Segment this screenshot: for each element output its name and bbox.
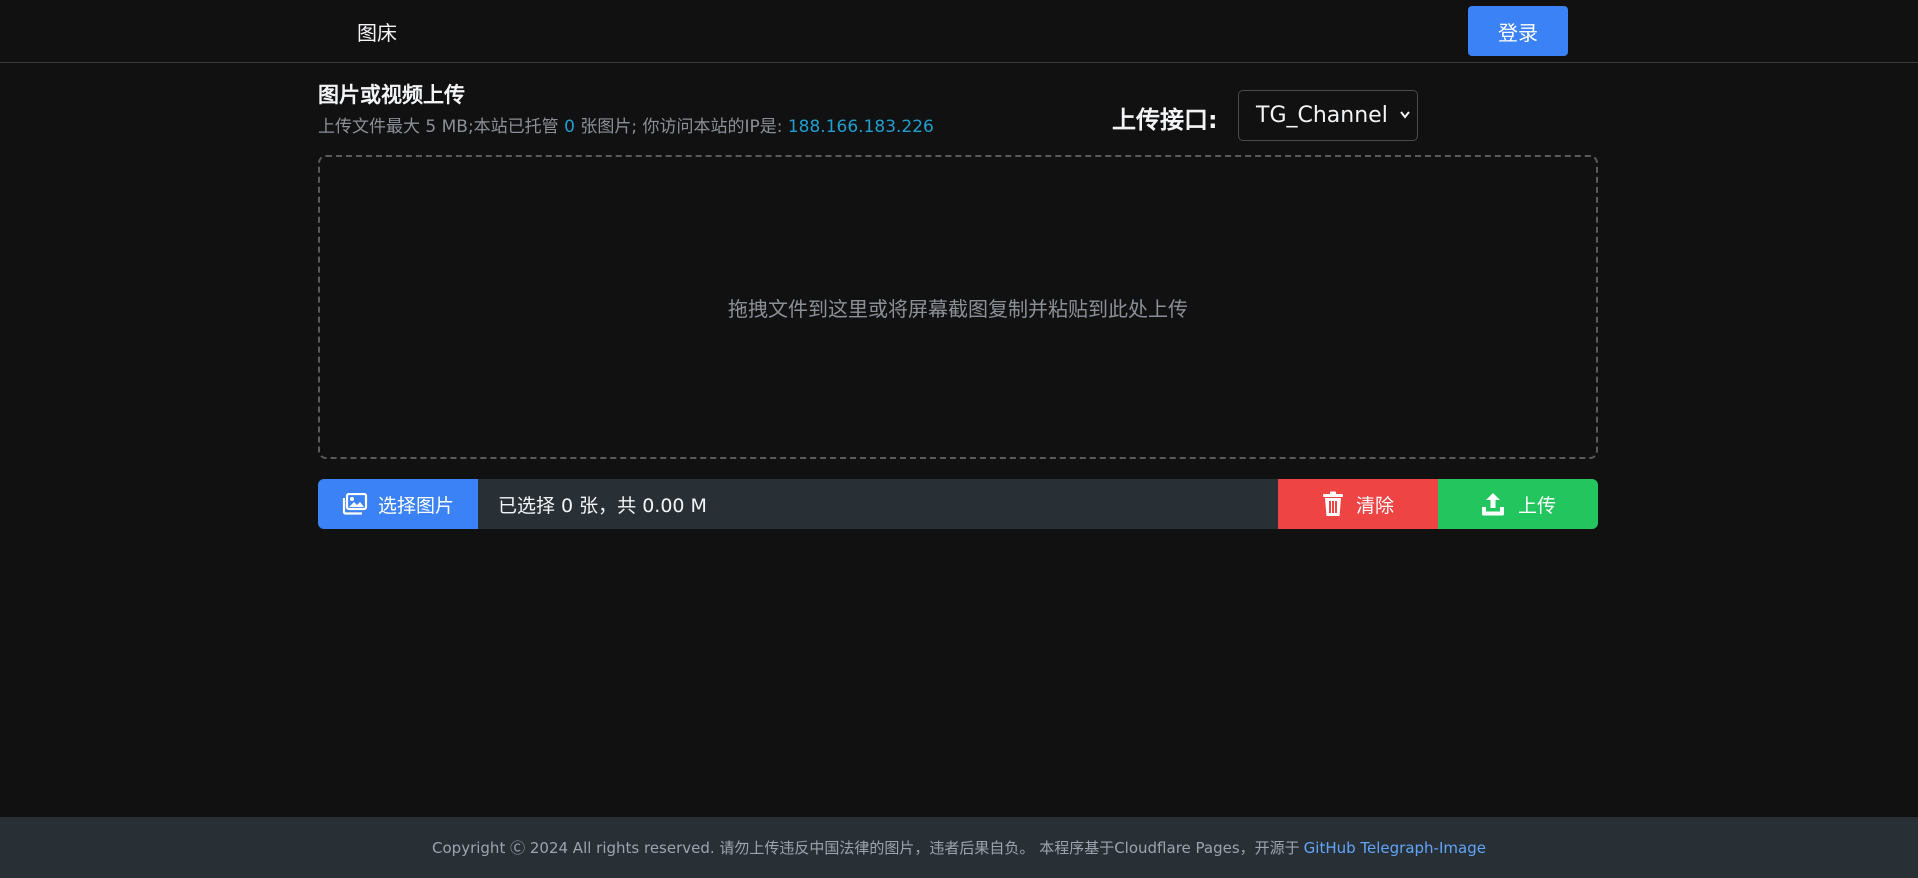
interface-label: 上传接口:: [1112, 106, 1218, 134]
visitor-ip: 188.166.183.226: [787, 117, 934, 137]
interface-selected-value: TG_Channel: [1256, 103, 1388, 128]
brand-title[interactable]: 图床: [357, 17, 397, 46]
upload-action-bar: 选择图片 已选择 0 张，共 0.00 M 清除 上传: [318, 479, 1598, 529]
upload-info-prefix: 上传文件最大 5 MB;本站已托管: [318, 117, 565, 137]
selection-status: 已选择 0 张，共 0.00 M: [478, 479, 1278, 529]
interface-select[interactable]: TG_Channel: [1238, 90, 1418, 141]
dropzone-hint: 拖拽文件到这里或将屏幕截图复制并粘贴到此处上传: [728, 296, 1188, 321]
upload-button[interactable]: 上传: [1438, 479, 1598, 529]
github-link[interactable]: GitHub Telegraph-Image: [1304, 839, 1486, 857]
hosted-count: 0: [564, 117, 575, 137]
upload-info: 上传文件最大 5 MB;本站已托管 0 张图片; 你访问本站的IP是: 188.…: [318, 112, 934, 137]
page-title: 图片或视频上传: [318, 83, 465, 107]
choose-images-label: 选择图片: [377, 494, 454, 517]
clear-label: 清除: [1355, 494, 1394, 517]
top-navbar: 图床 登录: [0, 0, 1918, 63]
upload-dropzone[interactable]: 拖拽文件到这里或将屏幕截图复制并粘贴到此处上传: [318, 155, 1598, 459]
upload-label: 上传: [1517, 494, 1556, 517]
upload-info-middle: 张图片; 你访问本站的IP是:: [574, 117, 788, 137]
choose-images-button[interactable]: 选择图片: [318, 479, 478, 529]
images-icon: [342, 493, 368, 515]
chevron-down-icon: [1399, 106, 1411, 128]
upload-icon: [1480, 491, 1506, 517]
login-button[interactable]: 登录: [1468, 6, 1568, 56]
clear-button[interactable]: 清除: [1278, 479, 1438, 529]
footer: Copyright Ⓒ 2024 All rights reserved. 请勿…: [0, 817, 1918, 878]
footer-text: Copyright Ⓒ 2024 All rights reserved. 请勿…: [432, 839, 1300, 857]
trash-icon: [1322, 491, 1344, 517]
